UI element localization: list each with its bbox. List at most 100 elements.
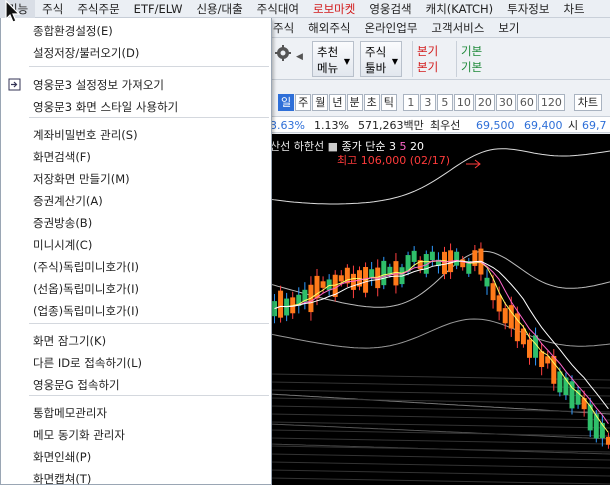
submenu-customer-service[interactable]: 고객서비스 — [424, 20, 491, 36]
candle-body — [411, 250, 417, 262]
interval-5-button[interactable]: 5 — [436, 93, 453, 111]
submenu-overseas-stock[interactable]: 해외주식 — [301, 20, 357, 36]
menu-item[interactable]: 영웅문G 접속하기 — [1, 374, 271, 396]
menu-stock[interactable]: 주식 — [35, 0, 70, 18]
menu-credit-loan[interactable]: 신용/대출 — [189, 0, 249, 18]
quote-info-bar: 3.63% 1.13% 571,263백만 최우선 69,500 69,400 … — [270, 116, 610, 133]
basic-green-line1: 기본 — [461, 44, 483, 58]
toolbar: ◀ 추천 메뉴 ▼ 주식 툴바 ▼ 본기 본기 기본 기본 — [270, 38, 610, 80]
menu-item[interactable]: 저장화면 만들기(M) — [1, 168, 271, 190]
menu-item[interactable]: 화면캡쳐(T) — [1, 468, 271, 485]
change-rate-1: 3.63% — [270, 119, 305, 132]
candle-body — [326, 279, 332, 291]
interval-10-button[interactable]: 10 — [453, 93, 474, 111]
menu-item[interactable]: 통합메모관리자 — [1, 402, 271, 424]
interval-20-button[interactable]: 20 — [474, 93, 495, 111]
menu-item[interactable]: 영웅문3 화면 스타일 사용하기 — [1, 96, 271, 118]
menu-invest-info[interactable]: 투자정보 — [500, 0, 556, 18]
interval-30-button[interactable]: 30 — [495, 93, 516, 111]
basic-green-button[interactable]: 기본 기본 — [456, 41, 492, 77]
period-second-button[interactable]: 초 — [363, 93, 380, 111]
separator — [29, 66, 269, 67]
menu-item[interactable]: 화면 잠그기(K) — [1, 330, 271, 352]
candle-body — [472, 250, 478, 266]
candle-body — [508, 305, 514, 329]
menu-item[interactable]: 화면검색(F) — [1, 146, 271, 168]
period-year-button[interactable]: 년 — [329, 93, 346, 111]
mouse-cursor-icon — [4, 0, 26, 26]
trading-value: 571,263백만 — [358, 119, 424, 132]
menu-item[interactable]: 계좌비밀번호 관리(S) — [1, 124, 271, 146]
menu-item[interactable]: (업종)독립미니호가(I) — [1, 300, 271, 322]
menu-item[interactable]: (주식)독립미니호가(I) — [1, 256, 271, 278]
chart-type-button[interactable]: 차트 — [573, 93, 602, 111]
menu-item[interactable]: 미니시계(C) — [1, 234, 271, 256]
best-quote-label: 최우선 — [430, 119, 461, 132]
menu-stock-lending[interactable]: 주식대여 — [250, 0, 306, 18]
submenu-view[interactable]: 보기 — [491, 20, 526, 36]
submenu-online-service[interactable]: 온라인업무 — [358, 20, 425, 36]
menu-chart[interactable]: 차트 — [556, 0, 591, 18]
period-week-button[interactable]: 주 — [295, 93, 312, 111]
best-bid-price: 69,400 — [524, 119, 563, 132]
menu-item[interactable]: 증권방송(B) — [1, 212, 271, 234]
candle-body — [278, 290, 284, 318]
menu-item[interactable]: 증권계산기(A) — [1, 190, 271, 212]
candle-body — [381, 260, 387, 286]
menu-hero-search[interactable]: 영웅검색 — [362, 0, 418, 18]
candle-body — [484, 277, 490, 287]
candle-body — [429, 251, 435, 261]
grid-line — [270, 477, 610, 485]
open-price-label: 시 — [568, 119, 579, 132]
candle-body — [557, 371, 563, 393]
period-tick-button[interactable]: 틱 — [380, 93, 397, 111]
grid-line — [270, 469, 610, 477]
interval-3-button[interactable]: 3 — [419, 93, 436, 111]
candle-body — [454, 251, 460, 266]
candle-body — [605, 436, 610, 445]
separator — [29, 323, 269, 324]
grid-line — [270, 437, 610, 445]
menu-item[interactable]: 화면인쇄(P) — [1, 446, 271, 468]
stock-toolbar-dropdown-icon: ▼ — [391, 57, 398, 66]
chart-header-strip — [270, 80, 610, 92]
menu-etf-elw[interactable]: ETF/ELW — [127, 0, 190, 18]
function-menu-dropdown: 종합환경설정(E) 설정저장/불러오기(D) 영웅문3 설정정보 가져오기 영웅문3 … — [0, 18, 272, 485]
max-price-label: 최고 106,000 (02/17) — [337, 154, 451, 167]
period-minute-button[interactable]: 분 — [346, 93, 363, 111]
recommend-menu-button[interactable]: 추천 메뉴 ▼ — [312, 41, 354, 77]
interval-60-button[interactable]: 60 — [516, 93, 537, 111]
menu-item[interactable]: 영웅문3 설정정보 가져오기 — [1, 74, 271, 96]
menu-item[interactable]: 메모 동기화 관리자 — [1, 424, 271, 446]
menu-stock-order[interactable]: 주식주문 — [70, 0, 126, 18]
grid-line — [270, 405, 610, 413]
grid-line — [270, 421, 610, 429]
interval-1-button[interactable]: 1 — [402, 93, 419, 111]
menu-robo-market[interactable]: 로보마켓 — [306, 0, 362, 18]
basic-red-line2: 본기 — [417, 60, 439, 74]
basic-green-line2: 기본 — [461, 60, 483, 74]
band-line — [270, 423, 610, 440]
menu-item[interactable]: 설정저장/불러오기(D) — [1, 42, 271, 64]
separator — [29, 395, 269, 396]
candle-body — [338, 275, 344, 282]
candle-body — [502, 308, 508, 324]
menu-katch[interactable]: 캐치(KATCH) — [419, 0, 500, 18]
period-bar: 일 주 월 년 분 초 틱 1 3 5 10 20 30 60 120 차트 — [270, 92, 610, 112]
settings-gear-icon[interactable] — [274, 44, 292, 62]
candle-body — [320, 281, 326, 288]
menu-item[interactable]: (선옵)독립미니호가(I) — [1, 278, 271, 300]
candle-body — [539, 351, 545, 367]
basic-red-button[interactable]: 본기 본기 — [412, 41, 448, 77]
stock-toolbar-button[interactable]: 주식 툴바 ▼ — [360, 41, 402, 77]
toolbar-scroll-left-icon[interactable]: ◀ — [296, 52, 303, 62]
interval-120-button[interactable]: 120 — [537, 93, 565, 111]
menu-item[interactable]: 다른 ID로 접속하기(L) — [1, 352, 271, 374]
menu-item[interactable]: 종합환경설정(E) — [1, 20, 271, 42]
open-price-value: 69,7 — [582, 119, 607, 132]
period-month-button[interactable]: 월 — [312, 93, 329, 111]
period-day-button[interactable]: 일 — [278, 93, 295, 111]
chart-canvas — [270, 148, 610, 485]
candlestick-chart[interactable]: 산선 하한선 ■ 종가 단순 3 5 20 최고 106,000 (02/17) — [270, 134, 610, 485]
candle-body — [442, 251, 447, 275]
